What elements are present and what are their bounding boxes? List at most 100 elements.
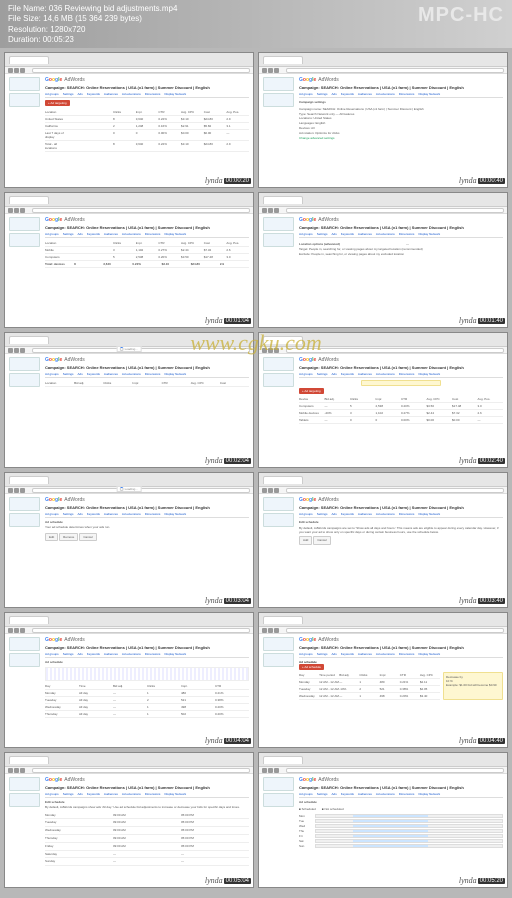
tab-audiences[interactable]: Audiences [104,792,118,796]
tab-dimensions[interactable]: Dimensions [145,372,161,376]
back-icon[interactable] [8,348,13,353]
tab-settings[interactable]: Settings [63,652,74,656]
tab-settings[interactable]: Settings [317,372,328,376]
tab-keywords[interactable]: Keywords [341,232,354,236]
sidebar-item[interactable] [263,357,294,371]
schedule-row[interactable]: Wednesday09:00 AM05:00 PM [45,827,249,835]
tab-display-network[interactable]: Display Network [164,792,186,796]
video-thumbnail[interactable]: Google AdWords Campaign: SEARCH: Online … [258,472,508,608]
tab-ad-extensions[interactable]: Ad extensions [376,652,395,656]
sidebar-item[interactable] [9,93,40,107]
video-thumbnail[interactable]: Google AdWords Campaign: SEARCH: Online … [258,52,508,188]
back-icon[interactable] [8,628,13,633]
tab-keywords[interactable]: Keywords [87,372,100,376]
sidebar-item[interactable] [9,637,40,651]
tab-audiences[interactable]: Audiences [358,92,372,96]
tab-ad-groups[interactable]: Ad groups [299,652,313,656]
tab-ad-groups[interactable]: Ad groups [45,372,59,376]
tab-settings[interactable]: Settings [317,232,328,236]
schedule-row[interactable]: Saturday—— [45,851,249,859]
tab-ad-groups[interactable]: Ad groups [45,232,59,236]
forward-icon[interactable] [14,768,19,773]
back-icon[interactable] [8,68,13,73]
sidebar-item[interactable] [9,233,40,247]
address-input[interactable] [286,68,504,73]
tab-audiences[interactable]: Audiences [104,232,118,236]
sidebar-item[interactable] [263,513,294,527]
forward-icon[interactable] [268,208,273,213]
tab-settings[interactable]: Settings [63,792,74,796]
reload-icon[interactable] [274,68,279,73]
address-input[interactable] [32,208,250,213]
tab-ads[interactable]: Ads [78,512,83,516]
video-thumbnail[interactable]: Loading… Google AdWords Campaign: SEARCH… [4,332,254,468]
video-thumbnail[interactable]: Google AdWords Campaign: SEARCH: Online … [258,752,508,888]
tab-audiences[interactable]: Audiences [358,232,372,236]
tab-audiences[interactable]: Audiences [358,512,372,516]
tab-display-network[interactable]: Display Network [164,92,186,96]
edit-button[interactable]: Edit [45,533,58,542]
browser-tab[interactable] [9,476,49,484]
forward-icon[interactable] [268,348,273,353]
tab-display-network[interactable]: Display Network [418,792,440,796]
video-thumbnail[interactable]: Google AdWords Campaign: SEARCH: Online … [4,192,254,328]
tab-display-network[interactable]: Display Network [164,372,186,376]
tab-display-network[interactable]: Display Network [418,512,440,516]
back-icon[interactable] [8,208,13,213]
tab-ad-extensions[interactable]: Ad extensions [122,232,141,236]
sidebar-item[interactable] [263,497,294,511]
tab-keywords[interactable]: Keywords [341,792,354,796]
tab-settings[interactable]: Settings [317,92,328,96]
back-icon[interactable] [262,348,267,353]
tab-keywords[interactable]: Keywords [341,512,354,516]
forward-icon[interactable] [14,208,19,213]
tab-ad-groups[interactable]: Ad groups [45,792,59,796]
forward-icon[interactable] [14,348,19,353]
tab-ad-groups[interactable]: Ad groups [299,232,313,236]
browser-tab[interactable] [263,196,303,204]
tab-ad-extensions[interactable]: Ad extensions [122,92,141,96]
cancel-button[interactable]: Cancel [313,536,330,545]
tab-dimensions[interactable]: Dimensions [399,92,415,96]
sidebar-item[interactable] [9,77,40,91]
tab-settings[interactable]: Settings [63,512,74,516]
sidebar-item[interactable] [9,497,40,511]
sidebar-item[interactable] [263,793,294,807]
schedule-row[interactable]: Thursday09:00 AM05:00 PM [45,835,249,843]
tab-ads[interactable]: Ads [332,792,337,796]
tab-ad-groups[interactable]: Ad groups [299,372,313,376]
back-icon[interactable] [262,68,267,73]
tab-audiences[interactable]: Audiences [104,372,118,376]
back-icon[interactable] [8,768,13,773]
reload-icon[interactable] [20,68,25,73]
forward-icon[interactable] [268,68,273,73]
forward-icon[interactable] [268,628,273,633]
browser-tab[interactable] [9,756,49,764]
sidebar-item[interactable] [263,93,294,107]
primary-action-button[interactable]: + Ad schedule [299,664,324,670]
browser-tab[interactable] [263,616,303,624]
tab-dimensions[interactable]: Dimensions [399,792,415,796]
tab-dimensions[interactable]: Dimensions [145,512,161,516]
tab-ad-groups[interactable]: Ad groups [45,92,59,96]
remove-button[interactable]: Remove [59,533,78,542]
tab-settings[interactable]: Settings [63,92,74,96]
sidebar-item[interactable] [9,777,40,791]
sidebar-item[interactable] [9,653,40,667]
forward-icon[interactable] [14,488,19,493]
schedule-row[interactable]: Friday09:00 AM05:00 PM [45,843,249,851]
tab-display-network[interactable]: Display Network [418,652,440,656]
tab-ad-extensions[interactable]: Ad extensions [122,792,141,796]
tab-keywords[interactable]: Keywords [87,512,100,516]
tab-audiences[interactable]: Audiences [104,92,118,96]
tab-audiences[interactable]: Audiences [358,652,372,656]
tab-display-network[interactable]: Display Network [418,92,440,96]
back-icon[interactable] [8,488,13,493]
tab-display-network[interactable]: Display Network [164,232,186,236]
back-icon[interactable] [262,628,267,633]
tab-settings[interactable]: Settings [317,792,328,796]
tab-keywords[interactable]: Keywords [87,232,100,236]
tab-display-network[interactable]: Display Network [418,372,440,376]
reload-icon[interactable] [274,628,279,633]
address-input[interactable] [32,768,250,773]
